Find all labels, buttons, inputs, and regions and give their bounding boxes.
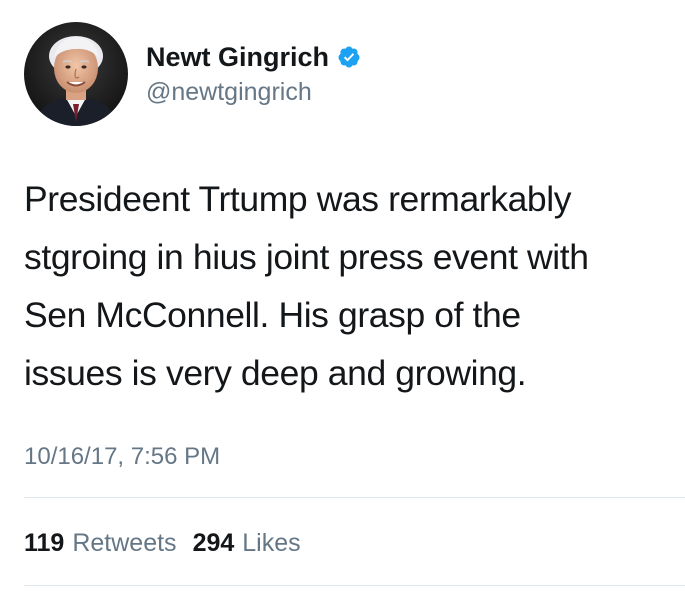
tweet-timestamp[interactable]: 10/16/17, 7:56 PM bbox=[24, 441, 220, 473]
divider bbox=[24, 497, 685, 498]
divider bbox=[24, 585, 685, 586]
likes-count: 294 bbox=[192, 529, 235, 557]
tweet-text: Presideent Trtump was rermarkably stgroi… bbox=[24, 170, 674, 402]
user-handle[interactable]: @newtgingrich bbox=[146, 76, 361, 108]
tweet-text-line: stgroing in hius joint press event with bbox=[24, 237, 589, 277]
display-name-row: Newt Gingrich bbox=[146, 40, 361, 74]
retweets-label: Retweets bbox=[72, 529, 177, 557]
tweet-text-line: Sen McConnell. His grasp of the bbox=[24, 295, 521, 335]
tweet-text-line: issues is very deep and growing. bbox=[24, 353, 527, 393]
likes-label: Likes bbox=[242, 529, 301, 557]
likes-stat[interactable]: 294 Likes bbox=[193, 527, 301, 559]
tweet-card: Newt Gingrich @newtgingrich Presideent T… bbox=[0, 0, 685, 592]
avatar[interactable] bbox=[24, 22, 128, 126]
retweets-stat[interactable]: 119 Retweets bbox=[24, 527, 177, 559]
verified-badge-icon bbox=[337, 45, 361, 69]
tweet-stats: 119 Retweets 294 Likes bbox=[24, 527, 301, 559]
tweet-header: Newt Gingrich @newtgingrich bbox=[24, 22, 361, 126]
display-name[interactable]: Newt Gingrich bbox=[146, 40, 329, 74]
retweets-count: 119 bbox=[24, 529, 65, 557]
author-info: Newt Gingrich @newtgingrich bbox=[146, 40, 361, 108]
avatar-photo-icon bbox=[24, 22, 128, 126]
tweet-text-line: Presideent Trtump was rermarkably bbox=[24, 179, 572, 219]
